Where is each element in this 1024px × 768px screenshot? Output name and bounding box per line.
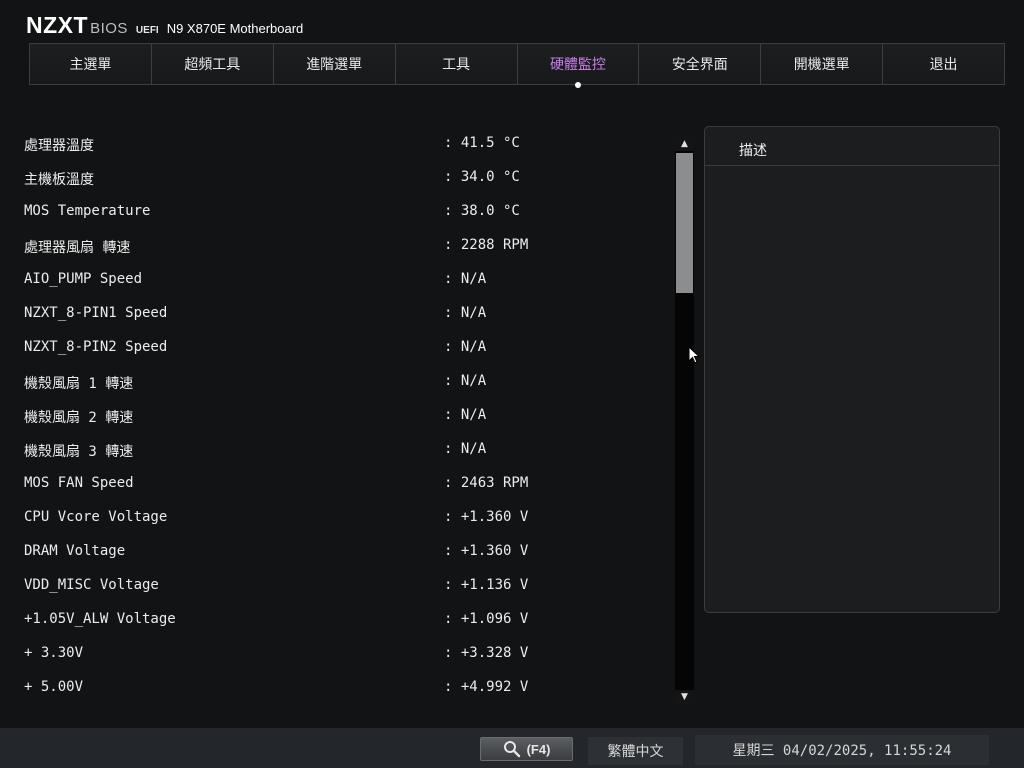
triangle-down-icon[interactable]: ▼ — [675, 690, 694, 704]
sensor-row-motherboard-temperature[interactable]: 主機板溫度 : 34.0 °C — [0, 161, 670, 195]
sensor-row-case-fan-3-speed[interactable]: 機殼風扇 3 轉速 : N/A — [0, 433, 670, 467]
magnifier-icon — [503, 741, 520, 758]
tab-label: 開機選單 — [793, 57, 850, 73]
sensor-label: 處理器風扇 轉速 — [24, 240, 131, 256]
sensor-label: VDD_MISC Voltage — [24, 577, 159, 593]
sensor-value: : N/A — [444, 373, 487, 389]
sensor-value: : N/A — [444, 407, 487, 423]
sensor-row-case-fan-2-speed[interactable]: 機殼風扇 2 轉速 : N/A — [0, 399, 670, 433]
bios-label: BIOS — [90, 20, 128, 37]
tab-tools[interactable]: 工具 — [395, 44, 518, 84]
tab-label: 主選單 — [69, 57, 112, 73]
sensor-label: NZXT_8-PIN2 Speed — [24, 339, 168, 355]
sensor-value: : N/A — [444, 441, 487, 457]
triangle-up-icon[interactable]: ▲ — [675, 137, 694, 151]
sensor-row-mos-fan-speed[interactable]: MOS FAN Speed : 2463 RPM — [0, 467, 670, 501]
description-panel: 描述 — [704, 126, 1000, 613]
sensor-label: CPU Vcore Voltage — [24, 509, 168, 525]
sensor-value: : N/A — [444, 339, 487, 355]
sensor-label: +1.05V_ALW Voltage — [24, 611, 176, 627]
sensor-label: NZXT_8-PIN1 Speed — [24, 305, 168, 321]
tab-hardware-monitor[interactable]: 硬體監控 — [517, 44, 640, 88]
sensor-row-cpu-vcore-voltage[interactable]: CPU Vcore Voltage : +1.360 V — [0, 501, 670, 535]
main-tab-bar: 主選單 超頻工具 進階選單 工具 硬體監控 安全界面 開機選單 退出 — [29, 43, 1005, 88]
tab-label: 硬體監控 — [549, 57, 606, 73]
date-time-display: 星期三 04/02/2025, 11:55:24 — [695, 735, 989, 765]
brand-header: NZXT BIOS UEFI N9 X870E Motherboard — [26, 12, 303, 42]
bios-screen: NZXT BIOS UEFI N9 X870E Motherboard 主選單 … — [0, 0, 1024, 768]
sensor-label: 機殼風扇 3 轉速 — [24, 444, 134, 460]
tab-advanced[interactable]: 進階選單 — [273, 44, 396, 84]
tab-label: 退出 — [929, 57, 958, 73]
tab-overclocking[interactable]: 超頻工具 — [151, 44, 274, 84]
sensor-value: : +1.360 V — [444, 543, 529, 559]
mouse-pointer-icon — [688, 346, 700, 364]
tab-main[interactable]: 主選單 — [30, 44, 152, 84]
sensor-value: : +1.096 V — [444, 611, 529, 627]
sensor-value: : 41.5 °C — [444, 135, 520, 151]
sensor-value: : 38.0 °C — [444, 203, 520, 219]
sensor-value: : 2463 RPM — [444, 475, 529, 491]
search-button[interactable]: (F4) — [480, 737, 573, 761]
sensor-value: : +1.360 V — [444, 509, 529, 525]
sensor-label: MOS Temperature — [24, 203, 151, 219]
sensor-label: AIO_PUMP Speed — [24, 271, 143, 287]
search-shortcut-key: (F4) — [526, 741, 551, 757]
sensor-value: : +3.328 V — [444, 645, 529, 661]
sensor-row-nzxt-8pin2-speed[interactable]: NZXT_8-PIN2 Speed : N/A — [0, 331, 670, 365]
sensor-row-case-fan-1-speed[interactable]: 機殼風扇 1 轉速 : N/A — [0, 365, 670, 399]
sensor-value: : N/A — [444, 305, 487, 321]
sensor-row-1v05-alw-voltage[interactable]: +1.05V_ALW Voltage : +1.096 V — [0, 603, 670, 637]
sensor-label: + 5.00V — [24, 679, 84, 695]
sensor-value: : +1.136 V — [444, 577, 529, 593]
tab-boot[interactable]: 開機選單 — [761, 44, 884, 84]
sensor-row-mos-temperature[interactable]: MOS Temperature : 38.0 °C — [0, 195, 670, 229]
tab-security[interactable]: 安全界面 — [639, 44, 762, 84]
sensor-label: + 3.30V — [24, 645, 84, 661]
motherboard-model: N9 X870E Motherboard — [166, 21, 304, 36]
sensor-row-nzxt-8pin1-speed[interactable]: NZXT_8-PIN1 Speed : N/A — [0, 297, 670, 331]
tab-label: 超頻工具 — [184, 57, 241, 73]
active-tab-indicator — [574, 82, 581, 88]
sensor-row-3v30[interactable]: + 3.30V : +3.328 V — [0, 637, 670, 671]
tab-label: 安全界面 — [671, 57, 728, 73]
list-scrollbar[interactable]: ▲ ▼ — [675, 137, 694, 704]
sensor-value: : 34.0 °C — [444, 169, 520, 185]
sensor-value: : 2288 RPM — [444, 237, 529, 253]
sensor-label: 處理器溫度 — [24, 138, 94, 154]
tab-label: 工具 — [442, 57, 471, 73]
description-title: 描述 — [739, 143, 767, 159]
sensor-value: : N/A — [444, 271, 487, 287]
sensor-row-aio-pump-speed[interactable]: AIO_PUMP Speed : N/A — [0, 263, 670, 297]
sensor-row-cpu-temperature[interactable]: 處理器溫度 : 41.5 °C — [0, 127, 670, 161]
sensor-label: MOS FAN Speed — [24, 475, 134, 491]
sensor-list: 處理器溫度 : 41.5 °C 主機板溫度 : 34.0 °C MOS Temper… — [0, 127, 670, 705]
nzxt-logo: NZXT — [26, 12, 89, 38]
tab-label: 進階選單 — [306, 57, 363, 73]
sensor-label: 主機板溫度 — [24, 172, 94, 188]
scrollbar-thumb[interactable] — [676, 153, 693, 293]
sensor-label: 機殼風扇 1 轉速 — [24, 376, 134, 392]
sensor-row-cpu-fan-speed[interactable]: 處理器風扇 轉速 : 2288 RPM — [0, 229, 670, 263]
sensor-value: : +4.992 V — [444, 679, 529, 695]
language-button[interactable]: 繁體中文 — [588, 737, 683, 765]
sensor-row-dram-voltage[interactable]: DRAM Voltage : +1.360 V — [0, 535, 670, 569]
tab-exit[interactable]: 退出 — [883, 44, 1004, 84]
sensor-label: DRAM Voltage — [24, 543, 126, 559]
sensor-row-5v00[interactable]: + 5.00V : +4.992 V — [0, 671, 670, 705]
uefi-label: UEFI — [135, 25, 159, 36]
sensor-label: 機殼風扇 2 轉速 — [24, 410, 134, 426]
description-divider — [705, 165, 999, 166]
sensor-row-vdd-misc-voltage[interactable]: VDD_MISC Voltage : +1.136 V — [0, 569, 670, 603]
